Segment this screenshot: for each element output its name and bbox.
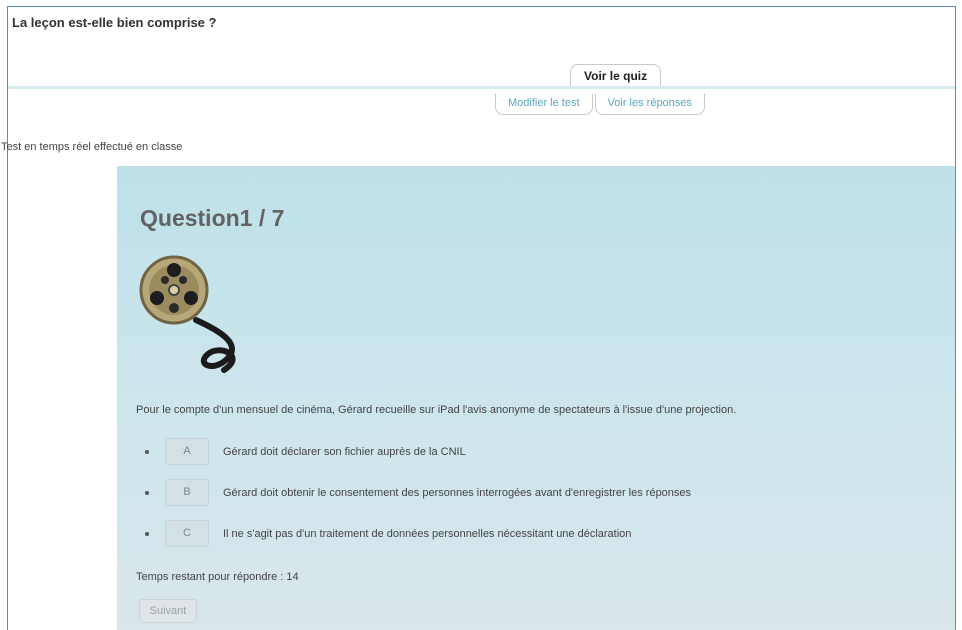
tab-voir-le-quiz[interactable]: Voir le quiz <box>570 64 662 87</box>
film-reel-icon <box>139 255 236 373</box>
bullet-icon <box>145 490 149 495</box>
answer-text-b: Gérard doit obtenir le consentement des … <box>223 486 692 499</box>
answer-text-a: Gérard doit déclarer son fichier auprès … <box>223 445 466 458</box>
answer-item-c: C Il ne s'agit pas d'un traitement de do… <box>145 520 691 547</box>
intro-text: Test en temps réel effectué en classe <box>1 141 183 153</box>
time-remaining: Temps restant pour répondre : 14 <box>136 571 299 583</box>
bullet-icon <box>145 531 149 536</box>
answer-button-a[interactable]: A <box>165 438 209 465</box>
subtab-modifier-le-test[interactable]: Modifier le test <box>495 94 593 115</box>
bullet-icon <box>145 449 149 454</box>
answer-button-c[interactable]: C <box>165 520 209 547</box>
subtab-row: Modifier le test Voir les réponses <box>495 94 705 115</box>
quiz-panel: Question1 / 7 Pour le compte d'un mensue… <box>117 166 955 630</box>
subtab-voir-les-reponses[interactable]: Voir les réponses <box>594 94 705 115</box>
tab-divider <box>8 86 955 89</box>
section-title: La leçon est-elle bien comprise ? <box>12 15 217 30</box>
question-counter: Question1 / 7 <box>140 205 285 231</box>
answer-text-c: Il ne s'agit pas d'un traitement de donn… <box>223 527 632 540</box>
next-button[interactable]: Suivant <box>139 599 197 623</box>
answer-item-b: B Gérard doit obtenir le consentement de… <box>145 479 691 506</box>
question-text: Pour le compte d'un mensuel de cinéma, G… <box>136 404 737 416</box>
answer-item-a: A Gérard doit déclarer son fichier auprè… <box>145 438 691 465</box>
answer-button-b[interactable]: B <box>165 479 209 506</box>
answer-list: A Gérard doit déclarer son fichier auprè… <box>145 438 691 561</box>
